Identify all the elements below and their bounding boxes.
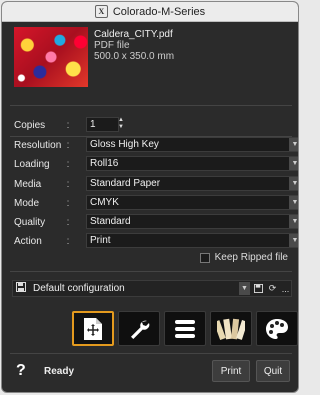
colon: : — [66, 216, 70, 228]
colon: : — [66, 158, 70, 170]
file-thumbnail — [14, 27, 88, 87]
colon: : — [66, 178, 70, 190]
loading-row: Loading : Roll16 ▼ — [14, 156, 298, 172]
save-disk-icon[interactable] — [13, 282, 29, 295]
file-dimensions: 500.0 x 350.0 mm — [94, 51, 175, 62]
media-label: Media — [14, 178, 42, 190]
help-icon[interactable]: ? — [16, 362, 26, 380]
keep-ripped-option[interactable]: Keep Ripped file — [199, 252, 288, 263]
mode-select[interactable]: CMYK ▼ — [86, 195, 298, 210]
chevron-down-icon[interactable]: ▼ — [289, 157, 298, 170]
media-row: Media : Standard Paper ▼ — [14, 176, 298, 192]
list-icon — [175, 319, 195, 338]
copies-row: Copies : 1 ▲ ▼ — [14, 117, 290, 133]
quality-select[interactable]: Standard ▼ — [86, 214, 298, 229]
resolution-row: Resolution : Gloss High Key ▼ — [14, 137, 298, 153]
window-title: Colorado-M-Series — [112, 5, 206, 18]
resolution-value: Gloss High Key — [90, 139, 159, 150]
loading-value: Roll16 — [90, 158, 119, 169]
quality-value: Standard — [90, 216, 131, 227]
quality-label: Quality — [14, 216, 46, 228]
mode-label: Mode — [14, 197, 40, 209]
copies-stepper[interactable]: ▲ ▼ — [118, 117, 124, 131]
loading-label: Loading — [14, 158, 50, 170]
colon: : — [66, 119, 70, 131]
configuration-value[interactable]: Default configuration — [33, 283, 125, 294]
colon: : — [66, 197, 70, 209]
quality-row: Quality : Standard ▼ — [14, 214, 298, 230]
title-bar: X Colorado-M-Series — [2, 2, 298, 22]
more-options-button[interactable]: ... — [279, 282, 292, 295]
swatch-icon — [217, 318, 245, 340]
chevron-down-icon[interactable]: ▼ — [289, 138, 298, 151]
palette-icon — [266, 318, 288, 339]
divider — [10, 105, 292, 106]
colon: : — [66, 139, 70, 151]
footer: ? Ready Print Quit — [2, 354, 298, 392]
resolution-label: Resolution — [14, 139, 62, 151]
chevron-down-icon[interactable]: ▼ — [289, 215, 298, 228]
settings-tool-button[interactable] — [118, 311, 160, 346]
file-info: Caldera_CITY.pdf PDF file 500.0 x 350.0 … — [14, 27, 290, 97]
loading-select[interactable]: Roll16 ▼ — [86, 156, 298, 171]
mode-row: Mode : CMYK ▼ — [14, 195, 298, 211]
save-configuration-icon[interactable] — [252, 282, 265, 295]
colon: : — [66, 235, 70, 247]
app-window: X Colorado-M-Series Caldera_CITY.pdf PDF… — [1, 1, 299, 393]
refresh-icon[interactable]: ⟳ — [266, 282, 279, 295]
app-logo-icon: X — [94, 5, 108, 18]
media-select[interactable]: Standard Paper ▼ — [86, 176, 298, 191]
quit-button[interactable]: Quit — [256, 360, 290, 382]
chevron-down-icon[interactable]: ▼ — [289, 177, 298, 190]
chevron-down-icon[interactable]: ▼ — [289, 234, 298, 247]
mode-value: CMYK — [90, 197, 119, 208]
color-swatch-tool-button[interactable] — [210, 311, 252, 346]
action-row: Action : Print ▼ — [14, 233, 298, 249]
file-type: PDF file — [94, 40, 130, 51]
media-value: Standard Paper — [90, 178, 161, 189]
layout-tool-button[interactable] — [72, 311, 114, 346]
layout-icon — [84, 317, 102, 340]
status-text: Ready — [44, 366, 75, 377]
action-label: Action — [14, 235, 42, 247]
divider — [10, 271, 292, 272]
tool-toolbar — [72, 311, 298, 346]
queue-tool-button[interactable] — [164, 311, 206, 346]
chevron-down-icon[interactable]: ▼ — [239, 282, 250, 295]
keep-ripped-label: Keep Ripped file — [214, 252, 288, 263]
wrench-icon — [131, 320, 150, 339]
copies-input[interactable]: 1 — [86, 117, 119, 132]
copies-label: Copies — [14, 119, 46, 131]
palette-tool-button[interactable] — [256, 311, 298, 346]
file-name: Caldera_CITY.pdf — [94, 29, 173, 40]
resolution-select[interactable]: Gloss High Key ▼ — [86, 137, 298, 152]
action-select[interactable]: Print ▼ — [86, 233, 298, 248]
action-value: Print — [90, 235, 111, 246]
configuration-bar: Default configuration ▼ ⟳ ... — [12, 280, 292, 297]
print-button[interactable]: Print — [212, 360, 250, 382]
chevron-down-icon[interactable]: ▼ — [289, 196, 298, 209]
keep-ripped-checkbox[interactable] — [199, 252, 210, 263]
